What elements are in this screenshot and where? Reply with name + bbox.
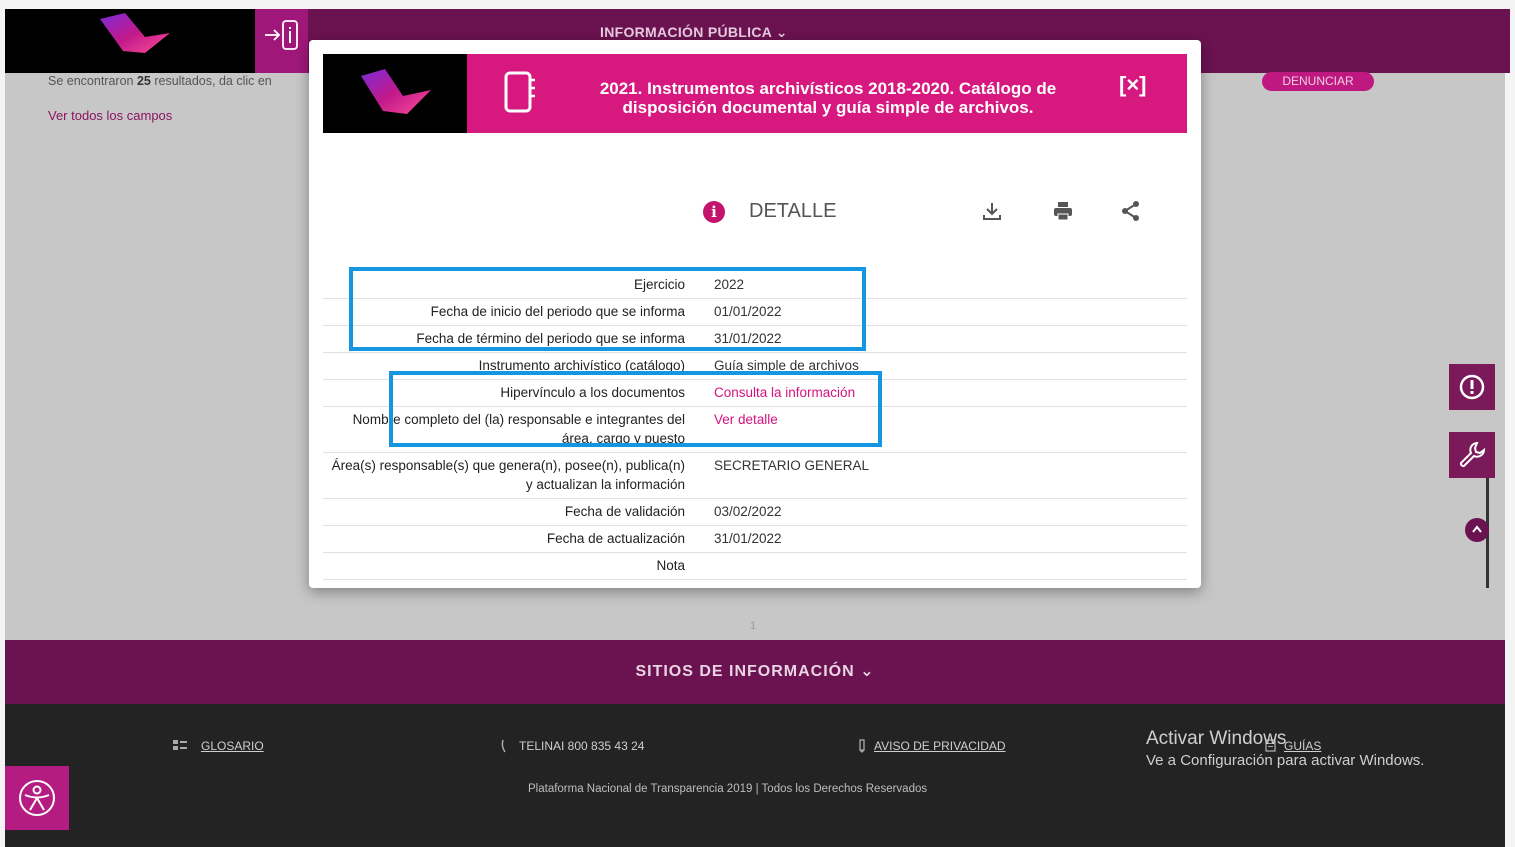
footer bbox=[5, 704, 1505, 847]
row-value: SECRETARIO GENERAL bbox=[714, 458, 870, 473]
info-login-button[interactable] bbox=[255, 9, 308, 73]
table-row: Nota bbox=[323, 553, 1187, 580]
table-row: Fecha de validación 03/02/2022 bbox=[323, 499, 1187, 526]
alert-button[interactable] bbox=[1449, 364, 1495, 410]
row-value bbox=[685, 553, 714, 579]
glossary-link[interactable]: GLOSARIO bbox=[201, 739, 264, 753]
activation-title: Activar Windows bbox=[1146, 728, 1287, 749]
share-icon bbox=[1122, 201, 1139, 221]
view-all-fields-link[interactable]: Ver todos los campos bbox=[48, 108, 172, 123]
document-icon bbox=[503, 70, 537, 121]
public-info-menu[interactable]: INFORMACIÓN PÚBLICA ⌄ bbox=[600, 24, 788, 41]
row-label: Fecha de actualización bbox=[546, 531, 685, 546]
detail-heading: i DETALLE bbox=[703, 200, 836, 223]
table-row: Fecha de actualización 31/01/2022 bbox=[323, 526, 1187, 553]
table-row: Área(s) responsable(s) que genera(n), po… bbox=[323, 453, 1187, 499]
page-number[interactable]: 1 bbox=[750, 620, 756, 632]
info-icon: i bbox=[703, 200, 725, 223]
alert-icon bbox=[1459, 374, 1485, 400]
results-summary: Se encontraron 25 resultados, da clic en bbox=[48, 74, 272, 88]
download-button[interactable] bbox=[981, 200, 1003, 227]
tools-button[interactable] bbox=[1449, 432, 1495, 478]
copyright-text: Plataforma Nacional de Transparencia 201… bbox=[528, 783, 928, 795]
row-value: 03/02/2022 bbox=[714, 504, 782, 519]
phone-icon bbox=[500, 739, 512, 756]
glossary-icon bbox=[172, 739, 188, 754]
modal-header: 2021. Instrumentos archivísticos 2018-20… bbox=[323, 54, 1187, 133]
enter-info-icon bbox=[265, 20, 298, 50]
wrench-icon bbox=[1459, 441, 1486, 468]
privacy-icon bbox=[857, 739, 867, 756]
highlight-box bbox=[389, 371, 882, 447]
sites-info-bar[interactable]: SITIOS DE INFORMACIÓN ⌄ bbox=[5, 640, 1505, 704]
row-label: Área(s) responsable(s) que genera(n), po… bbox=[331, 458, 685, 492]
telinai-phone: TELINAI 800 835 43 24 bbox=[519, 739, 645, 753]
report-button[interactable]: DENUNCIAR bbox=[1262, 72, 1374, 91]
windows-activation-watermark: Activar Windows Ve a Configuración para … bbox=[1146, 728, 1424, 769]
close-button[interactable]: [×] bbox=[1119, 72, 1147, 98]
site-logo[interactable] bbox=[5, 9, 255, 73]
scroll-top-button[interactable] bbox=[1465, 518, 1489, 542]
chevron-up-icon bbox=[1472, 525, 1482, 533]
row-label: Nota bbox=[656, 558, 685, 573]
modal-logo bbox=[323, 54, 467, 133]
download-icon bbox=[983, 203, 1001, 220]
row-label: Fecha de validación bbox=[564, 504, 685, 519]
row-value: 31/01/2022 bbox=[714, 531, 782, 546]
share-button[interactable] bbox=[1120, 200, 1142, 227]
privacy-notice-link[interactable]: AVISO DE PRIVACIDAD bbox=[874, 739, 1006, 753]
detail-label: DETALLE bbox=[749, 200, 837, 222]
accessibility-icon bbox=[19, 780, 55, 816]
accessibility-button[interactable] bbox=[5, 766, 69, 830]
modal-title: 2021. Instrumentos archivísticos 2018-20… bbox=[599, 79, 1057, 117]
activation-subtitle: Ve a Configuración para activar Windows. bbox=[1146, 752, 1425, 769]
print-button[interactable] bbox=[1052, 200, 1074, 227]
highlight-box bbox=[349, 267, 866, 351]
printer-icon bbox=[1054, 202, 1072, 221]
